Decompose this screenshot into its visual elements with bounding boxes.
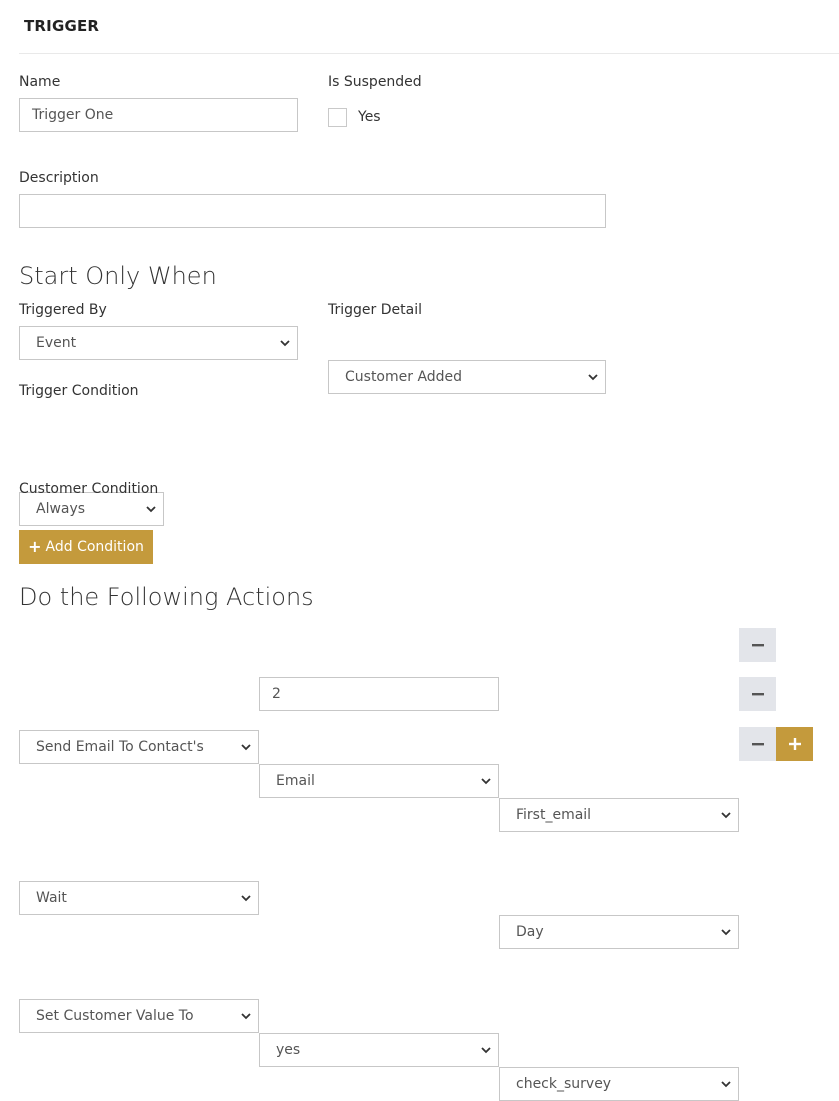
trigger-condition-select[interactable]: Always bbox=[19, 492, 164, 526]
chevron-down-icon bbox=[720, 926, 732, 938]
action-field-value: yes bbox=[276, 1042, 301, 1058]
action-value-value: check_survey bbox=[516, 1076, 612, 1092]
minus-icon bbox=[751, 735, 764, 754]
trigger-detail-select[interactable]: Customer Added bbox=[328, 360, 606, 394]
chevron-down-icon bbox=[720, 809, 732, 821]
action-type-select[interactable]: Set Customer Value To bbox=[19, 999, 259, 1033]
add-condition-button[interactable]: + Add Condition bbox=[19, 530, 153, 564]
triggered-by-value: Event bbox=[36, 335, 77, 351]
suspended-label: Is Suspended bbox=[328, 74, 422, 90]
action-value-value: First_email bbox=[516, 807, 592, 823]
add-action-button[interactable] bbox=[776, 727, 813, 761]
action-type-select[interactable]: Send Email To Contact's bbox=[19, 730, 259, 764]
action-type-value: Wait bbox=[36, 890, 67, 906]
actions-heading: Do the Following Actions bbox=[19, 583, 314, 611]
action-field-value: Email bbox=[276, 773, 315, 789]
triggered-by-select[interactable]: Event bbox=[19, 326, 298, 360]
action-type-value: Send Email To Contact's bbox=[36, 739, 204, 755]
action-type-select[interactable]: Wait bbox=[19, 881, 259, 915]
trigger-condition-label: Trigger Condition bbox=[19, 383, 139, 399]
remove-action-button[interactable] bbox=[739, 677, 776, 711]
customer-condition-label: Customer Condition bbox=[19, 481, 159, 497]
chevron-down-icon bbox=[240, 1010, 252, 1022]
remove-action-button[interactable] bbox=[739, 727, 776, 761]
minus-icon bbox=[751, 636, 764, 655]
action-unit-select[interactable]: Day bbox=[499, 915, 739, 949]
chevron-down-icon bbox=[720, 1078, 732, 1090]
add-condition-label: Add Condition bbox=[45, 539, 144, 555]
plus-icon: + bbox=[28, 537, 42, 556]
start-only-when-heading: Start Only When bbox=[19, 262, 217, 290]
name-input[interactable]: Trigger One bbox=[19, 98, 298, 132]
suspended-checkbox-label[interactable]: Yes bbox=[358, 109, 381, 125]
plus-icon bbox=[788, 735, 801, 754]
action-value-select[interactable]: check_survey bbox=[499, 1067, 739, 1101]
description-input[interactable] bbox=[19, 194, 606, 228]
description-label: Description bbox=[19, 170, 99, 186]
chevron-down-icon bbox=[480, 775, 492, 787]
minus-icon bbox=[751, 685, 764, 704]
chevron-down-icon bbox=[240, 892, 252, 904]
chevron-down-icon bbox=[240, 741, 252, 753]
name-input-value: Trigger One bbox=[32, 107, 114, 123]
section-title: TRIGGER bbox=[24, 17, 100, 35]
chevron-down-icon bbox=[145, 503, 157, 515]
action-amount-input[interactable]: 2 bbox=[259, 677, 499, 711]
name-label: Name bbox=[19, 74, 61, 90]
section-divider bbox=[19, 53, 839, 54]
chevron-down-icon bbox=[480, 1044, 492, 1056]
action-value-select[interactable]: First_email bbox=[499, 798, 739, 832]
action-type-value: Set Customer Value To bbox=[36, 1008, 194, 1024]
trigger-detail-value: Customer Added bbox=[345, 369, 463, 385]
action-unit-value: Day bbox=[516, 924, 544, 940]
trigger-detail-label: Trigger Detail bbox=[328, 302, 422, 318]
suspended-checkbox[interactable] bbox=[328, 108, 347, 127]
chevron-down-icon bbox=[587, 371, 599, 383]
trigger-condition-value: Always bbox=[36, 501, 86, 517]
action-field-select[interactable]: yes bbox=[259, 1033, 499, 1067]
remove-action-button[interactable] bbox=[739, 628, 776, 662]
action-field-select[interactable]: Email bbox=[259, 764, 499, 798]
triggered-by-label: Triggered By bbox=[19, 302, 107, 318]
action-amount-value: 2 bbox=[272, 686, 281, 702]
chevron-down-icon bbox=[279, 337, 291, 349]
